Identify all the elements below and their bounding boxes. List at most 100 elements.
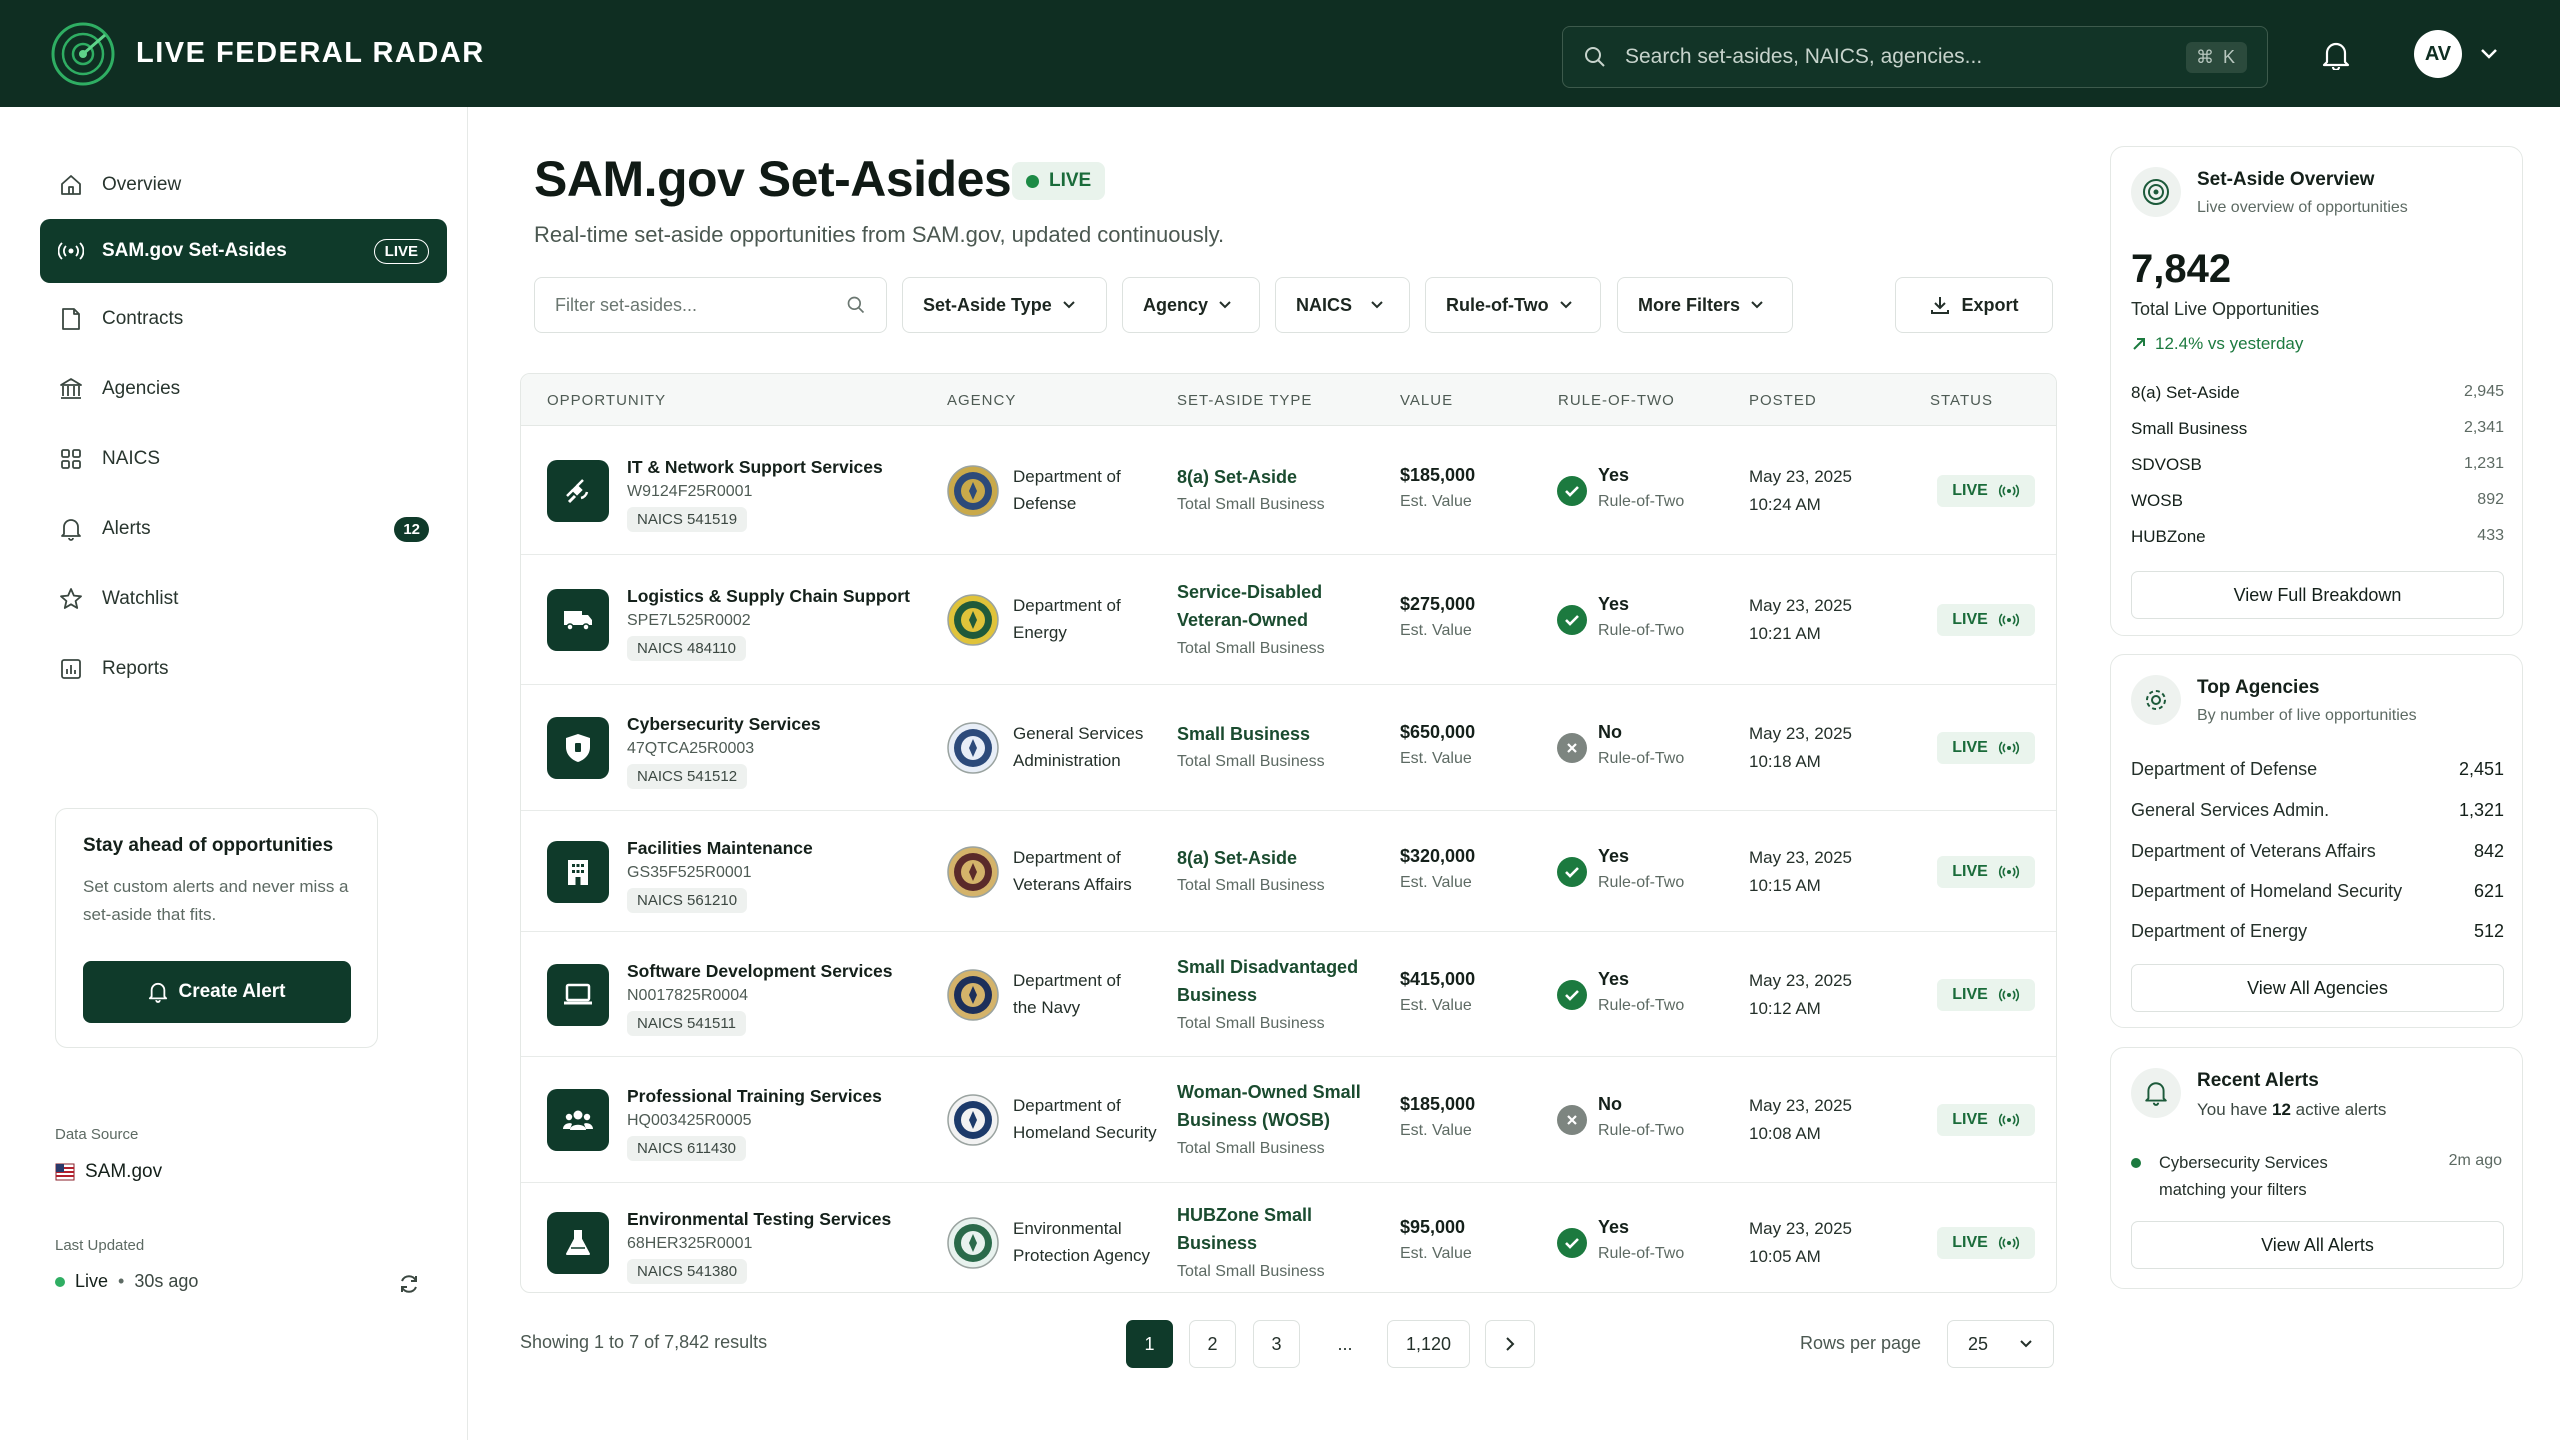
sidebar-item-agencies[interactable]: Agencies	[40, 357, 447, 421]
avatar[interactable]: AV	[2414, 30, 2462, 78]
value-label: Est. Value	[1400, 873, 1472, 891]
broadcast-icon	[1998, 987, 2020, 1002]
search-shortcut: ⌘ K	[2185, 41, 2247, 73]
set-aside-type-dropdown[interactable]: Set-Aside Type	[902, 277, 1107, 333]
create-alert-button[interactable]: Create Alert	[83, 961, 351, 1023]
last-updated-label: Last Updated	[55, 1237, 145, 1254]
export-button[interactable]: Export	[1895, 277, 2053, 333]
change-indicator: 12.4% vs yesterday	[2131, 334, 2303, 354]
opportunity-title[interactable]: IT & Network Support Services	[627, 457, 883, 478]
broadcast-icon	[1998, 613, 2020, 627]
table-row[interactable]: Facilities Maintenance GS35F525R0001 NAICS…	[521, 811, 2056, 932]
table-row[interactable]: Software Development Services N0017825R00…	[521, 932, 2056, 1057]
rule-of-two-result: Yes	[1598, 968, 1630, 989]
column-header[interactable]: POSTED	[1749, 392, 1817, 409]
global-search[interactable]: Search set-asides, NAICS, agencies... ⌘ …	[1562, 26, 2268, 88]
column-header[interactable]: VALUE	[1400, 392, 1453, 409]
table-row[interactable]: Professional Training Services HQ003425R0…	[521, 1057, 2056, 1183]
status-badge: LIVE	[1937, 604, 2035, 636]
set-aside-overview-card: Set-Aside Overview Live overview of oppo…	[2110, 146, 2523, 636]
card-title: Top Agencies	[2197, 677, 2320, 698]
sidebar: Overview SAM.gov Set-Asides LIVE Contrac…	[0, 107, 468, 1440]
posted-date: May 23, 2025 10:05 AM	[1749, 1218, 1853, 1266]
rule-of-two-result: No	[1598, 1094, 1622, 1114]
view-full-breakdown-button[interactable]: View Full Breakdown	[2131, 571, 2504, 619]
breakdown-row: WOSB 892	[2131, 491, 2504, 510]
search-input[interactable]: Search set-asides, NAICS, agencies...	[1625, 45, 2186, 69]
opportunity-title[interactable]: Environmental Testing Services	[627, 1209, 891, 1230]
sidebar-item-naics[interactable]: NAICS	[40, 427, 447, 491]
star-icon	[58, 586, 84, 612]
recent-alerts-card: Recent Alerts You have 12 active alerts …	[2110, 1047, 2523, 1289]
value: $185,000	[1400, 1094, 1476, 1114]
column-header[interactable]: RULE-OF-TWO	[1558, 392, 1675, 409]
alert-item[interactable]: Cybersecurity Services matching your fil…	[2159, 1150, 2328, 1204]
opportunity-id: W9124F25R0001	[627, 482, 753, 500]
table-row[interactable]: Cybersecurity Services 47QTCA25R0003 NAICS…	[521, 685, 2056, 811]
filter-input[interactable]: Filter set-asides...	[534, 277, 887, 333]
value-label: Est. Value	[1400, 996, 1472, 1014]
breakdown-row: SDVOSB 1,231	[2131, 455, 2504, 474]
sidebar-item-contracts[interactable]: Contracts	[40, 287, 447, 351]
opportunity-title[interactable]: Cybersecurity Services	[627, 714, 821, 735]
table-row[interactable]: IT & Network Support Services W9124F25R00…	[521, 426, 2056, 555]
dod-seal-icon	[946, 464, 1000, 518]
page-subtitle: Real-time set-aside opportunities from S…	[534, 222, 1225, 247]
opportunity-id: HQ003425R0005	[627, 1112, 752, 1129]
broadcast-icon	[1998, 1235, 2020, 1250]
opportunity-title[interactable]: Professional Training Services	[627, 1086, 882, 1107]
sidebar-item-watchlist[interactable]: Watchlist	[40, 567, 447, 631]
view-all-alerts-button[interactable]: View All Alerts	[2131, 1221, 2504, 1269]
opportunity-id: GS35F525R0001	[627, 863, 752, 881]
agency-dropdown[interactable]: Agency	[1122, 277, 1260, 333]
table-row[interactable]: Logistics & Supply Chain Support SPE7L525…	[521, 555, 2056, 685]
opportunity-title[interactable]: Logistics & Supply Chain Support	[627, 586, 910, 607]
column-header[interactable]: STATUS	[1930, 392, 1993, 409]
alerts-promo-card: Stay ahead of opportunities Set custom a…	[55, 808, 378, 1048]
notifications-bell-icon[interactable]	[2322, 40, 2350, 70]
column-header[interactable]: OPPORTUNITY	[547, 392, 666, 409]
refresh-icon[interactable]	[398, 1273, 420, 1295]
rule-of-two-label: Rule-of-Two	[1598, 750, 1685, 767]
value: $320,000	[1400, 845, 1476, 866]
page-button-2[interactable]: 2	[1189, 1320, 1236, 1368]
shield-icon	[547, 717, 609, 779]
page-button-last[interactable]: 1,120	[1387, 1320, 1470, 1368]
bell-icon	[2131, 1068, 2181, 1118]
agency-row: Department of Homeland Security 621	[2131, 881, 2504, 901]
value-label: Est. Value	[1400, 492, 1472, 510]
top-bar: LIVE FEDERAL RADAR Search set-asides, NA…	[0, 0, 2560, 107]
check-circle-icon	[1557, 856, 1587, 887]
set-aside-subtype: Total Small Business	[1177, 1140, 1325, 1157]
column-header[interactable]: SET-ASIDE TYPE	[1177, 392, 1312, 409]
more-filters-dropdown[interactable]: More Filters	[1617, 277, 1793, 333]
page-button-3[interactable]: 3	[1253, 1320, 1300, 1368]
column-header[interactable]: AGENCY	[947, 392, 1016, 409]
chevron-right-icon	[1505, 1336, 1515, 1352]
radar-logo-icon	[50, 21, 116, 87]
next-page-button[interactable]	[1485, 1320, 1535, 1368]
sidebar-item-overview[interactable]: Overview	[40, 153, 447, 217]
set-aside-subtype: Total Small Business	[1177, 640, 1325, 657]
page-button-1[interactable]: 1	[1126, 1320, 1173, 1368]
rows-per-page-select[interactable]: 25	[1947, 1320, 2054, 1368]
naics-dropdown[interactable]: NAICS	[1275, 277, 1410, 333]
opportunity-title[interactable]: Facilities Maintenance	[627, 838, 813, 859]
gsa-seal-icon	[946, 721, 1000, 775]
opportunity-title[interactable]: Software Development Services	[627, 961, 893, 982]
set-aside-subtype: Total Small Business	[1177, 495, 1325, 513]
total-label: Total Live Opportunities	[2131, 299, 2320, 319]
opportunities-table: OPPORTUNITY AGENCY SET-ASIDE TYPE VALUE …	[520, 373, 2057, 1293]
sidebar-item-reports[interactable]: Reports	[40, 637, 447, 701]
view-all-agencies-button[interactable]: View All Agencies	[2131, 964, 2504, 1012]
rule-of-two-dropdown[interactable]: Rule-of-Two	[1425, 277, 1601, 333]
rule-of-two-label: Rule-of-Two	[1598, 996, 1685, 1014]
chevron-down-icon[interactable]	[2480, 48, 2498, 60]
check-circle-icon	[1557, 475, 1587, 506]
sidebar-item-set-asides[interactable]: SAM.gov Set-Asides LIVE	[40, 219, 447, 283]
table-row[interactable]: Environmental Testing Services 68HER325R0…	[521, 1183, 2056, 1292]
broadcast-icon	[58, 238, 84, 264]
sidebar-item-label: NAICS	[102, 448, 161, 469]
sidebar-item-alerts[interactable]: Alerts 12	[40, 497, 447, 561]
agency-row: General Services Admin. 1,321	[2131, 800, 2504, 820]
